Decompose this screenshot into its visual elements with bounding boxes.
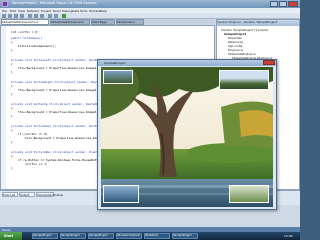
- redo-icon[interactable]: [54, 14, 58, 18]
- code-line: }: [11, 92, 13, 96]
- tab-label: SlideshowWindow.xaml: [51, 20, 84, 24]
- maximize-button[interactable]: [279, 1, 287, 7]
- start-button[interactable]: Start: [0, 232, 22, 240]
- menu-view[interactable]: View: [18, 9, 25, 13]
- code-line: private void PictureBox_Click(object sen…: [11, 150, 111, 154]
- code-line: this.Background = Properties.Resources.I…: [11, 66, 99, 70]
- menu-tools[interactable]: Tools: [80, 9, 87, 13]
- code-line: }: [11, 48, 13, 52]
- undo-icon[interactable]: [48, 14, 52, 18]
- taskbar-item[interactable]: Windows Explorer: [116, 233, 142, 239]
- menu-debug[interactable]: Debug: [62, 9, 72, 13]
- taskbar-item[interactable]: SampleProject: [88, 233, 114, 239]
- slideshow-photo: [101, 67, 273, 207]
- taskbar-item-label: SampleProject: [89, 234, 108, 237]
- code-line: this.Background = Properties.Resources.I…: [11, 110, 99, 114]
- taskbar-item[interactable]: SampleProject: [60, 233, 86, 239]
- menu-data[interactable]: Data: [72, 9, 79, 13]
- menu-project[interactable]: Project: [41, 9, 51, 13]
- tab-label: Output: [20, 193, 30, 197]
- close-button[interactable]: [288, 1, 298, 7]
- thumbnail-bottom-right[interactable]: [229, 185, 269, 203]
- thumbnail-bottom-left[interactable]: [103, 185, 139, 203]
- tab-label: SlideshowWindow.xaml.cs: [2, 20, 39, 24]
- status-text: Ready: [2, 227, 11, 232]
- slideshow-close-button[interactable]: [263, 60, 275, 65]
- taskbar-item[interactable]: SampleProject: [172, 233, 198, 239]
- cut-icon[interactable]: [28, 14, 32, 18]
- tab-label: Immediate Window: [37, 193, 63, 197]
- menu-edit[interactable]: Edit: [10, 9, 16, 13]
- thumbnail-top-right[interactable]: [219, 70, 269, 90]
- tab-label: Slideshow.cs: [117, 20, 135, 24]
- panel-title: Solution Explorer - Solution 'SampleProj…: [217, 20, 278, 24]
- code-line: }: [11, 70, 13, 74]
- code-line: this.Background = Properties.Resources.I…: [11, 136, 105, 140]
- taskbar-item-label: SampleProject: [33, 234, 52, 237]
- menu-build[interactable]: Build: [53, 9, 61, 13]
- slideshow-window: SampleProject: [97, 59, 277, 210]
- code-line: currPic += 1;: [11, 162, 48, 166]
- menu-file[interactable]: File: [2, 9, 7, 13]
- start-debugging-icon[interactable]: [62, 14, 66, 18]
- ide-title: SampleProject - Microsoft Visual C# 2008…: [12, 1, 97, 5]
- taskbar-item[interactable]: SampleProject: [32, 233, 58, 239]
- immediate-window-tab[interactable]: Immediate Window: [36, 192, 63, 197]
- code-line: InitializeComponent();: [11, 44, 57, 48]
- taskbar-clock[interactable]: 12:00: [284, 234, 293, 238]
- slideshow-title: SampleProject: [104, 61, 126, 65]
- taskbar-item-label: Slideshow: [145, 234, 159, 237]
- slideshow-title-bar[interactable]: SampleProject: [98, 60, 276, 66]
- visual-studio-icon: [2, 1, 8, 7]
- menu-refactor[interactable]: Refactor: [27, 9, 40, 13]
- start-label: Start: [4, 233, 14, 238]
- error-list-tab[interactable]: Error List: [2, 192, 18, 197]
- code-line: }: [11, 114, 13, 118]
- output-tab[interactable]: Output: [19, 192, 35, 197]
- ide-title-bar[interactable]: SampleProject - Microsoft Visual C# 2008…: [0, 0, 300, 8]
- taskbar-item[interactable]: Slideshow: [144, 233, 170, 239]
- code-line: this.Background = Properties.Resources.I…: [11, 88, 99, 92]
- copy-icon[interactable]: [34, 14, 38, 18]
- code-line: public Slideshow(): [11, 36, 43, 40]
- minimize-button[interactable]: [270, 1, 278, 7]
- code-line: int currPic = 0;: [11, 30, 39, 34]
- open-file-icon[interactable]: [8, 14, 12, 18]
- code-line: }: [11, 166, 13, 170]
- paste-icon[interactable]: [40, 14, 44, 18]
- solution-explorer-header: Solution Explorer - Solution 'SampleProj…: [217, 20, 299, 26]
- save-icon[interactable]: [14, 14, 18, 18]
- new-project-icon[interactable]: [2, 14, 6, 18]
- taskbar-item-label: Windows Explorer: [117, 234, 141, 237]
- save-all-icon[interactable]: [20, 14, 24, 18]
- tab-label: Start Page: [92, 20, 107, 24]
- thumbnail-left[interactable]: [103, 70, 133, 84]
- taskbar-item-label: SampleProject: [173, 234, 192, 237]
- editor-gutter: [1, 26, 6, 189]
- menu-help[interactable]: Help: [100, 9, 107, 13]
- taskbar-item-label: SampleProject: [61, 234, 80, 237]
- tab-label: Error List: [3, 193, 16, 197]
- code-line: }: [11, 140, 13, 144]
